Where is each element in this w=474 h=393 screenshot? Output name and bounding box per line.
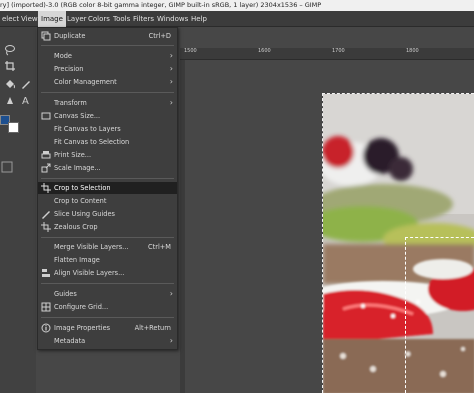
menu-item-zealous-crop[interactable]: Zealous Crop xyxy=(38,221,177,233)
ruler-label: 1500 xyxy=(184,48,197,54)
menu-windows[interactable]: Windows xyxy=(155,11,190,27)
menu-help[interactable]: Help xyxy=(189,11,209,27)
submenu-arrow-icon: › xyxy=(169,336,173,345)
ruler-label: 1700 xyxy=(332,48,345,54)
submenu-arrow-icon: › xyxy=(169,77,173,86)
window-title: ry] (imported)-3.0 (RGB color 8-bit gamm… xyxy=(0,1,322,9)
background-color-swatch[interactable] xyxy=(8,122,19,133)
menu-item-label: Transform xyxy=(54,99,87,107)
scale-image-icon xyxy=(41,163,51,173)
align-layers-icon xyxy=(42,269,50,277)
ruler-label: 1600 xyxy=(258,48,271,54)
menu-select[interactable]: elect xyxy=(0,11,21,27)
menu-item-label: Configure Grid... xyxy=(54,303,109,311)
menu-item-image-properties[interactable]: Image Properties Alt+Return xyxy=(38,322,177,334)
menu-tools[interactable]: Tools xyxy=(111,11,132,27)
menu-item-shortcut: Ctrl+D xyxy=(148,32,171,40)
toolbox: A xyxy=(0,27,36,393)
menu-item-precision[interactable]: Precision › xyxy=(38,63,177,75)
menu-item-color-management[interactable]: Color Management › xyxy=(38,76,177,88)
menu-item-label: Precision xyxy=(54,65,84,73)
menu-item-label: Color Management xyxy=(54,78,117,86)
lasso-tool-icon[interactable] xyxy=(4,44,16,56)
menu-item-label: Scale Image... xyxy=(54,164,101,172)
image-menu: Duplicate Ctrl+D Mode › Precision › Colo… xyxy=(37,27,178,350)
svg-text:A: A xyxy=(22,96,29,106)
menu-item-duplicate[interactable]: Duplicate Ctrl+D xyxy=(38,30,177,42)
menu-item-configure-grid[interactable]: Configure Grid... xyxy=(38,301,177,313)
info-icon xyxy=(41,323,51,333)
title-bar: ry] (imported)-3.0 (RGB color 8-bit gamm… xyxy=(0,0,474,11)
menu-item-slice-using-guides[interactable]: Slice Using Guides xyxy=(38,208,177,220)
horizontal-ruler: 1500 1600 1700 1800 xyxy=(180,48,474,60)
menu-item-label: Fit Canvas to Layers xyxy=(54,125,121,133)
menu-item-mode[interactable]: Mode › xyxy=(38,50,177,62)
menu-item-scale-image[interactable]: Scale Image... xyxy=(38,162,177,174)
menu-item-label: Print Size... xyxy=(54,151,92,159)
menu-item-label: Mode xyxy=(54,52,72,60)
ruler-label: 1800 xyxy=(406,48,419,54)
submenu-arrow-icon: › xyxy=(169,51,173,60)
menu-separator xyxy=(41,45,174,46)
menu-item-merge-visible-layers[interactable]: Merge Visible Layers... Ctrl+M xyxy=(38,241,177,253)
menu-item-shortcut: Ctrl+M xyxy=(148,243,171,251)
grid-icon xyxy=(41,302,51,312)
menu-item-print-size[interactable]: Print Size... xyxy=(38,149,177,161)
smudge-tool-icon[interactable] xyxy=(4,94,16,106)
vertical-ruler xyxy=(180,60,185,393)
menu-separator xyxy=(41,178,174,179)
submenu-arrow-icon: › xyxy=(169,98,173,107)
menu-item-label: Merge Visible Layers... xyxy=(54,243,129,251)
slice-guides-icon xyxy=(42,211,50,219)
menu-item-label: Metadata xyxy=(54,337,86,345)
menu-separator xyxy=(41,283,174,284)
menu-colors[interactable]: Colors xyxy=(86,11,112,27)
submenu-arrow-icon: › xyxy=(169,289,173,298)
menu-separator xyxy=(41,92,174,93)
menu-item-fit-canvas-selection[interactable]: Fit Canvas to Selection xyxy=(38,136,177,148)
tool-options-icon[interactable] xyxy=(1,161,13,173)
menu-item-canvas-size[interactable]: Canvas Size... xyxy=(38,110,177,122)
menu-view[interactable]: View xyxy=(19,11,40,27)
menu-item-label: Crop to Selection xyxy=(54,184,111,192)
menu-item-crop-to-selection[interactable]: Crop to Selection xyxy=(38,182,177,194)
menu-separator xyxy=(41,237,174,238)
menu-item-crop-to-content[interactable]: Crop to Content xyxy=(38,195,177,207)
menu-bar: elect View Image Layer Colors Tools Filt… xyxy=(0,11,474,27)
crop-tool-icon[interactable] xyxy=(4,60,16,72)
menu-item-label: Canvas Size... xyxy=(54,112,101,120)
menu-item-label: Guides xyxy=(54,290,77,298)
menu-item-label: Crop to Content xyxy=(54,197,107,205)
menu-item-label: Slice Using Guides xyxy=(54,210,115,218)
canvas-size-icon xyxy=(41,112,51,120)
menu-item-transform[interactable]: Transform › xyxy=(38,97,177,109)
pencil-tool-icon[interactable] xyxy=(20,78,32,90)
bucket-fill-icon[interactable] xyxy=(4,78,16,90)
text-tool-icon[interactable]: A xyxy=(20,94,32,106)
menu-item-flatten-image[interactable]: Flatten Image xyxy=(38,254,177,266)
selection-marquee[interactable] xyxy=(405,237,474,393)
menu-separator xyxy=(41,317,174,318)
menu-item-align-visible-layers[interactable]: Align Visible Layers... xyxy=(38,267,177,279)
menu-item-label: Zealous Crop xyxy=(54,223,98,231)
menu-filters[interactable]: Filters xyxy=(131,11,156,27)
crop-selection-icon xyxy=(41,183,51,193)
menu-image[interactable]: Image xyxy=(38,11,66,27)
zealous-crop-icon xyxy=(41,222,51,232)
menu-item-guides[interactable]: Guides › xyxy=(38,288,177,300)
menu-item-label: Duplicate xyxy=(54,32,86,40)
menu-item-metadata[interactable]: Metadata › xyxy=(38,335,177,347)
menu-item-label: Align Visible Layers... xyxy=(54,269,125,277)
submenu-arrow-icon: › xyxy=(169,64,173,73)
menu-item-fit-canvas-layers[interactable]: Fit Canvas to Layers xyxy=(38,123,177,135)
menu-item-shortcut: Alt+Return xyxy=(134,324,171,332)
menu-item-label: Image Properties xyxy=(54,324,111,332)
menu-item-label: Flatten Image xyxy=(54,256,100,264)
duplicate-icon xyxy=(41,31,51,41)
menu-item-label: Fit Canvas to Selection xyxy=(54,138,130,146)
print-size-icon xyxy=(41,151,51,159)
menu-layer[interactable]: Layer xyxy=(65,11,89,27)
